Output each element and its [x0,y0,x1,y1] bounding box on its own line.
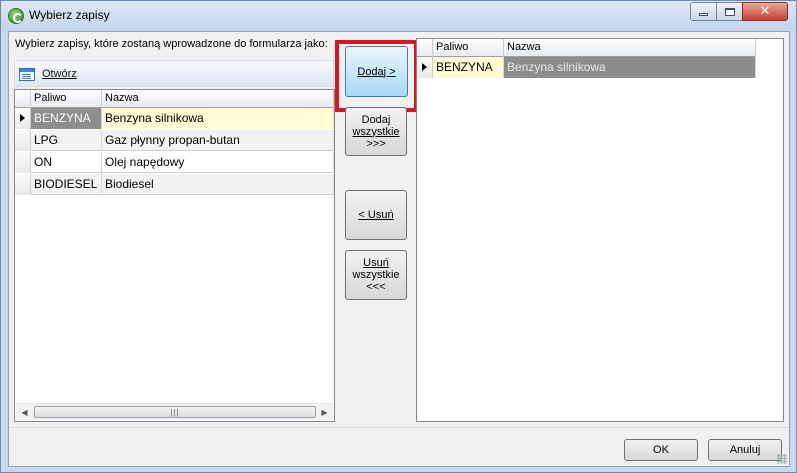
remove-button[interactable]: < Usuń [345,190,407,240]
open-icon [19,67,35,81]
current-row-indicator-icon [417,57,433,78]
resize-grip-icon[interactable] [777,454,787,464]
table-row[interactable]: BIODIESEL Biodiesel [15,174,334,195]
add-all-button[interactable]: Dodaj wszystkie >>> [345,107,407,156]
title-bar[interactable]: Wybierz zapisy ✕ [1,1,796,31]
add-button-label: Dodaj > [357,65,396,78]
app-icon [8,8,24,24]
row-header [15,174,31,195]
cell-code[interactable]: BIODIESEL [31,174,102,195]
cell-code[interactable]: ON [31,152,102,173]
footer-divider [9,427,789,428]
add-button[interactable]: Dodaj > [345,46,408,97]
open-button[interactable]: Otwórz [19,65,77,83]
minimize-icon [699,13,708,16]
column-header-name[interactable]: Nazwa [102,90,334,108]
add-all-label-1: Dodaj [361,113,391,126]
cell-code[interactable]: LPG [31,130,102,151]
cell-name[interactable]: Gaz płynny propan-butan [102,130,334,151]
grip-icon: ||| [170,407,180,417]
maximize-button[interactable] [716,2,743,21]
cell-name[interactable]: Biodiesel [102,174,334,195]
ok-button[interactable]: OK [624,439,698,461]
source-grid-header: Paliwo Nazwa [15,90,334,108]
selected-grid-header: Paliwo Nazwa [417,39,756,57]
minimize-button[interactable] [690,2,717,21]
remove-button-label: < Usuń [358,209,394,221]
scroll-right-icon[interactable]: ▶ [316,404,333,420]
maximize-icon [724,7,735,16]
scroll-thumb[interactable]: ||| [34,406,316,418]
cell-name[interactable]: Olej napędowy [102,152,334,173]
remove-all-label-2: wszystkie [352,269,400,281]
row-header-corner [15,90,31,108]
source-grid[interactable]: Paliwo Nazwa BENZYNA Benzyna silnikowa L… [14,89,335,422]
row-header [15,152,31,173]
row-header [15,130,31,151]
close-icon: ✕ [759,4,771,19]
dialog-body: Wybierz zapisy, które zostaną wprowadzon… [8,31,790,467]
cell-code[interactable]: BENZYNA [31,108,102,129]
row-header-corner [417,39,433,57]
current-row-indicator-icon [15,108,31,129]
cancel-button[interactable]: Anuluj [708,439,782,461]
open-label: Otwórz [42,68,77,80]
column-header-name[interactable]: Nazwa [504,39,756,57]
remove-all-label-3: <<< [366,281,386,293]
table-row[interactable]: LPG Gaz płynny propan-butan [15,130,334,151]
cancel-label: Anuluj [729,444,761,456]
dialog-window: Wybierz zapisy ✕ Wybierz zapisy, które z… [0,0,797,473]
table-row[interactable]: BENZYNA Benzyna silnikowa [15,108,334,129]
remove-all-label-1: Usuń [363,257,389,269]
horizontal-scrollbar[interactable]: ◀ ||| ▶ [16,403,333,420]
table-row[interactable]: ON Olej napędowy [15,152,334,173]
cell-code[interactable]: BENZYNA [433,57,504,78]
selected-grid[interactable]: Paliwo Nazwa BENZYNA Benzyna silnikowa [416,38,784,422]
cell-name[interactable]: Benzyna silnikowa [504,57,756,78]
toolbar: Otwórz [14,60,334,87]
column-header-code[interactable]: Paliwo [31,90,102,108]
close-button[interactable]: ✕ [742,2,788,21]
cell-name[interactable]: Benzyna silnikowa [102,108,334,129]
add-all-label-3: >>> [366,137,386,150]
scroll-left-icon[interactable]: ◀ [16,404,33,420]
ok-label: OK [653,444,669,456]
column-header-code[interactable]: Paliwo [433,39,504,57]
window-title: Wybierz zapisy [29,8,110,22]
table-row[interactable]: BENZYNA Benzyna silnikowa [417,57,756,78]
instruction-text: Wybierz zapisy, które zostaną wprowadzon… [15,38,328,50]
remove-all-button[interactable]: Usuń wszystkie <<< [345,250,407,300]
add-all-label-2: wszystkie [352,125,400,138]
